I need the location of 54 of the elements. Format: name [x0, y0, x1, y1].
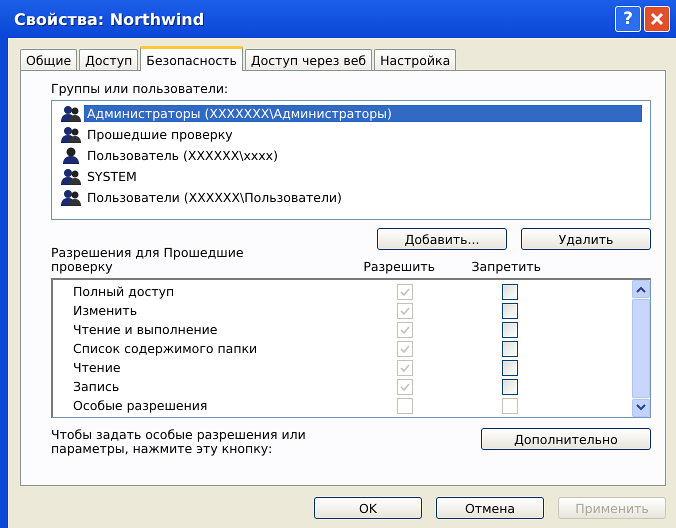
permission-name: Полный доступ	[73, 284, 176, 299]
tab[interactable]: Общие	[20, 49, 78, 70]
tab[interactable]: Безопасность	[140, 46, 243, 71]
chevron-down-icon	[635, 404, 647, 412]
advanced-button[interactable]: Дополнительно	[481, 428, 651, 450]
users-icon	[60, 126, 82, 144]
help-button[interactable]: ?	[615, 6, 641, 32]
dialog-button[interactable]: Отмена	[436, 497, 544, 519]
checkbox[interactable]	[502, 322, 518, 338]
close-icon	[649, 11, 665, 27]
checkbox[interactable]	[502, 302, 518, 318]
check-icon	[399, 362, 411, 374]
user-list-item[interactable]: Пользователь (XXXXXX\xxxx)	[84, 147, 281, 164]
dialog-button[interactable]: Добавить...	[377, 228, 507, 250]
permission-name: Чтение и выполнение	[73, 322, 218, 337]
check-icon	[399, 380, 411, 392]
column-header: Запретить	[470, 259, 541, 274]
chevron-up-icon	[635, 285, 647, 293]
check-icon	[399, 342, 411, 354]
users-icon	[60, 188, 82, 206]
tab[interactable]: Настройка	[374, 49, 456, 70]
checkbox[interactable]	[502, 378, 518, 394]
dialog-button[interactable]: Удалить	[521, 228, 651, 250]
checkbox[interactable]	[502, 284, 518, 300]
column-header: Разрешить	[362, 259, 435, 274]
user-list-item[interactable]: SYSTEM	[84, 168, 140, 185]
user-list-item[interactable]: Пользователи (XXXXXX\Пользователи)	[84, 189, 345, 206]
permission-name: Чтение	[73, 360, 122, 375]
permissions-label: Разрешения для Прошедшие проверку	[51, 246, 245, 274]
check-icon	[399, 304, 411, 316]
groups-label: Группы или пользователи:	[51, 81, 230, 96]
advanced-hint: Чтобы задать особые разрешения или параметры, нажмите эту кнопку:	[51, 428, 307, 456]
user-icon	[60, 146, 82, 164]
user-list-item[interactable]: Администраторы (XXXXXXX\Администраторы)	[84, 105, 642, 122]
permission-name: Изменить	[73, 303, 138, 318]
users-icon	[60, 168, 82, 186]
scroll-down-button[interactable]	[632, 399, 650, 417]
permission-name: Запись	[73, 379, 120, 394]
dialog-button[interactable]: OK	[314, 497, 422, 519]
users-icon	[60, 104, 82, 122]
permission-name: Список содержимого папки	[73, 341, 258, 356]
permission-name: Особые разрешения	[73, 398, 208, 413]
check-icon	[399, 286, 411, 298]
close-button[interactable]	[644, 6, 670, 32]
tab[interactable]: Доступ	[79, 49, 138, 70]
checkbox[interactable]	[502, 340, 518, 356]
scroll-thumb[interactable]	[632, 299, 650, 398]
user-list-item[interactable]: Прошедшие проверку	[84, 126, 236, 143]
scrollbar[interactable]	[632, 280, 650, 417]
scroll-up-button[interactable]	[632, 280, 650, 298]
window-title: Свойства: Northwind	[14, 10, 204, 28]
check-icon	[399, 324, 411, 336]
checkbox[interactable]	[502, 360, 518, 376]
tab[interactable]: Доступ через веб	[244, 49, 372, 70]
